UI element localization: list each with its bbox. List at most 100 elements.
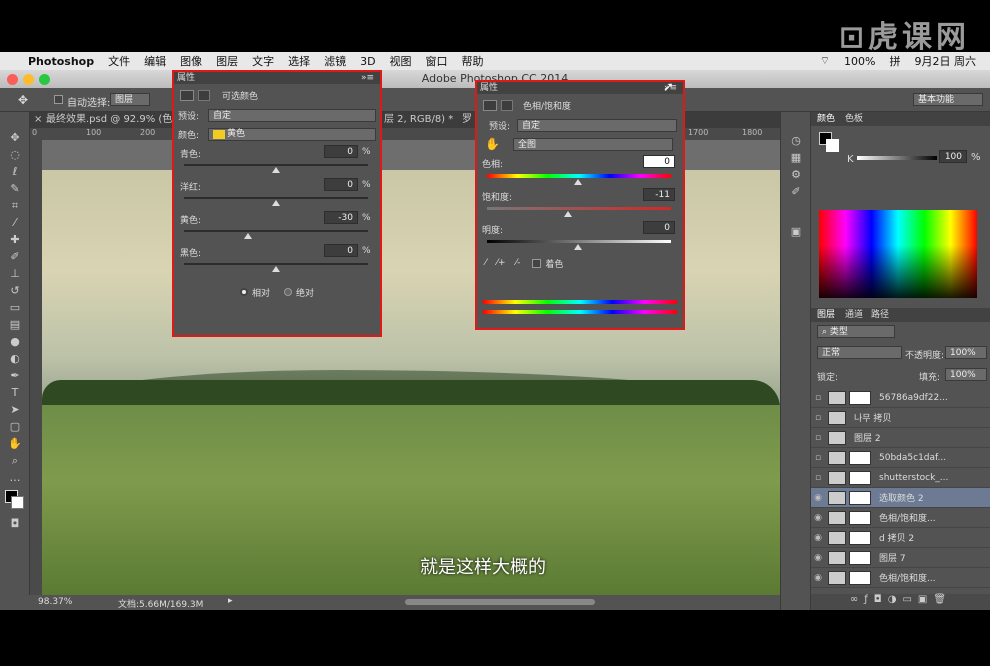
eyedropper-tool-icon[interactable]: ⁄ <box>6 216 24 230</box>
fill-field[interactable]: 100% <box>945 368 987 381</box>
panel-background-color[interactable] <box>826 139 839 152</box>
tab-close-icon[interactable]: × <box>34 112 42 128</box>
eye-icon[interactable]: ◉ <box>811 513 825 523</box>
quick-mask-icon[interactable]: ◘ <box>6 517 24 531</box>
auto-select-checkbox[interactable] <box>54 95 63 104</box>
eraser-tool-icon[interactable]: ▭ <box>6 301 24 315</box>
menu-item-select[interactable]: 选择 <box>288 53 310 69</box>
layer-row[interactable]: ◉ 图层 7 <box>811 548 990 568</box>
opacity-field[interactable]: 100% <box>945 346 987 359</box>
saturation-value-field[interactable]: -11 <box>643 188 675 201</box>
battery-percent[interactable]: 100% <box>844 55 875 68</box>
path-select-icon[interactable]: ➤ <box>6 403 24 417</box>
background-color[interactable] <box>11 496 24 509</box>
layer-row[interactable]: ▫ 50bda5c1daf... <box>811 448 990 468</box>
menu-item-file[interactable]: 文件 <box>108 53 130 69</box>
eye-hidden-icon[interactable]: ▫ <box>811 433 825 443</box>
close-window-button[interactable] <box>7 74 18 85</box>
delete-layer-icon[interactable]: 🗑 <box>933 594 952 605</box>
fx-icon[interactable]: ƒ <box>864 594 874 605</box>
layer-row[interactable]: ▫ shutterstock_... <box>811 468 990 488</box>
slider-track[interactable] <box>184 263 368 265</box>
eye-icon[interactable]: ◉ <box>811 493 825 503</box>
color-swatches[interactable] <box>0 488 29 514</box>
zoom-level[interactable]: 98.37% <box>38 597 72 607</box>
hue-value-field[interactable]: 0 <box>643 155 675 168</box>
move-tool-icon[interactable]: ✥ <box>18 93 28 107</box>
k-value-field[interactable]: 100 <box>939 150 967 163</box>
slider-value-field[interactable]: 0 <box>324 244 358 257</box>
layer-row[interactable]: ▫ 图层 2 <box>811 428 990 448</box>
healing-tool-icon[interactable]: ✚ <box>6 233 24 247</box>
eye-icon[interactable]: ◉ <box>811 533 825 543</box>
lasso-tool-icon[interactable]: ℓ <box>6 165 24 179</box>
quick-select-tool-icon[interactable]: ✎ <box>6 182 24 196</box>
color-spectrum[interactable] <box>819 210 977 298</box>
layer-mask-thumbnail[interactable] <box>849 550 871 565</box>
eyedropper-icon[interactable]: ⁄ <box>485 258 487 268</box>
relative-radio[interactable] <box>239 288 248 296</box>
tab-document-1[interactable]: 最终效果.psd @ 92.9% (色调 <box>46 112 182 128</box>
slider-value-field[interactable]: 0 <box>324 178 358 191</box>
auto-select-dropdown[interactable]: 图层 <box>110 93 150 106</box>
workspace-dropdown[interactable]: 基本功能 <box>913 93 983 106</box>
slider-value-field[interactable]: 0 <box>324 145 358 158</box>
menu-item-edit[interactable]: 编辑 <box>144 53 166 69</box>
layer-row[interactable]: ▫ 나무 拷贝 <box>811 408 990 428</box>
eye-hidden-icon[interactable]: ▫ <box>811 453 825 463</box>
layer-mask-thumbnail[interactable] <box>849 390 871 405</box>
gradient-tool-icon[interactable]: ▤ <box>6 318 24 332</box>
history-brush-icon[interactable]: ↺ <box>6 284 24 298</box>
lightness-slider-track[interactable] <box>487 240 671 243</box>
tab-swatches[interactable]: 色板 <box>841 112 867 126</box>
colorize-checkbox[interactable] <box>532 258 542 268</box>
tab-layers[interactable]: 图层 <box>811 308 841 322</box>
dodge-tool-icon[interactable]: ◐ <box>6 352 24 366</box>
menu-item-filter[interactable]: 滤镜 <box>324 53 346 69</box>
layer-mask-thumbnail[interactable] <box>849 450 871 465</box>
pen-tool-icon[interactable]: ✒ <box>6 369 24 383</box>
more-tools-icon[interactable]: … <box>6 471 24 485</box>
status-menu-arrow-icon[interactable]: ▸ <box>228 596 233 606</box>
slider-thumb[interactable] <box>244 233 253 239</box>
eye-hidden-icon[interactable]: ▫ <box>811 393 825 403</box>
layer-mask-thumbnail[interactable] <box>849 470 871 485</box>
slider-thumb[interactable] <box>272 167 280 173</box>
shape-tool-icon[interactable]: ▢ <box>6 420 24 434</box>
crop-tool-icon[interactable]: ⌗ <box>6 199 24 213</box>
tab-paths[interactable]: 路径 <box>867 308 893 322</box>
slider-track[interactable] <box>184 230 368 232</box>
menu-item-type[interactable]: 文字 <box>252 53 274 69</box>
input-method[interactable]: 拼 <box>890 53 901 69</box>
menu-item-window[interactable]: 窗口 <box>426 53 448 69</box>
layer-row[interactable]: ▫ 56786a9df22... <box>811 388 990 408</box>
lightness-slider-thumb[interactable] <box>574 244 582 250</box>
slider-track[interactable] <box>184 164 368 166</box>
blend-mode-dropdown[interactable]: 正常 <box>817 346 902 359</box>
link-layers-icon[interactable]: ∞ <box>850 594 864 605</box>
layer-row[interactable]: ◉ 选取颜色 2 <box>811 488 990 508</box>
targeted-adjust-hand-icon[interactable]: ✋ <box>485 137 513 151</box>
layer-mask-thumbnail[interactable] <box>849 490 871 505</box>
preset-dropdown[interactable]: 自定 <box>517 118 677 132</box>
eyedropper-plus-icon[interactable]: ⁄+ <box>497 258 506 268</box>
wifi-icon[interactable]: ⌔ <box>820 54 830 68</box>
panel-menu-icon[interactable]: »≡ <box>361 72 374 84</box>
k-slider[interactable] <box>857 156 937 160</box>
tab-document-3[interactable]: 罗 <box>462 112 472 128</box>
lightness-value-field[interactable]: 0 <box>643 221 675 234</box>
saturation-slider-thumb[interactable] <box>564 211 572 217</box>
menu-item-view[interactable]: 视图 <box>390 53 412 69</box>
properties-panel-icon[interactable]: ▣ <box>787 225 805 239</box>
menu-item-3d[interactable]: 3D <box>360 55 375 68</box>
hue-slider-thumb[interactable] <box>574 179 582 185</box>
eye-hidden-icon[interactable]: ▫ <box>811 473 825 483</box>
mask-icon[interactable] <box>501 99 513 111</box>
hue-slider-track[interactable] <box>487 174 671 178</box>
layer-mask-thumbnail[interactable] <box>849 570 871 585</box>
hand-tool-icon[interactable]: ✋ <box>6 437 24 451</box>
tab-channels[interactable]: 通道 <box>841 308 867 322</box>
slider-thumb[interactable] <box>272 200 280 206</box>
layer-row[interactable]: ◉ d 拷贝 2 <box>811 528 990 548</box>
menu-app-name[interactable]: Photoshop <box>28 55 94 68</box>
